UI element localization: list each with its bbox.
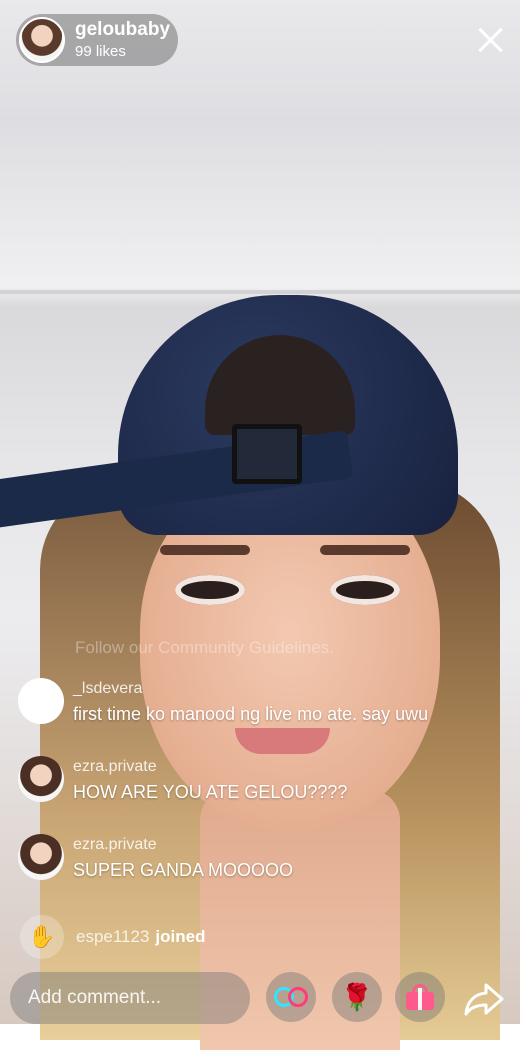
loop-icon <box>274 987 308 1007</box>
comment-item: ezra.private SUPER GANDA MOOOOO <box>18 834 293 881</box>
comment-username[interactable]: ezra.private <box>73 758 347 776</box>
close-icon[interactable] <box>474 24 506 56</box>
joined-username[interactable]: espe1123 <box>76 927 149 947</box>
wave-icon: ✋ <box>20 915 64 959</box>
mouth <box>235 728 330 754</box>
host-name: geloubaby <box>75 18 171 40</box>
comment-avatar[interactable] <box>18 756 64 802</box>
host-text: geloubaby 99 likes <box>75 18 171 60</box>
right-eye <box>330 575 400 605</box>
likes-count: 99 likes <box>75 42 126 60</box>
host-avatar[interactable] <box>19 17 65 63</box>
left-eyebrow <box>160 545 250 555</box>
comment-text: HOW ARE YOU ATE GELOU???? <box>73 782 348 802</box>
comment-avatar[interactable] <box>18 678 64 724</box>
rose-icon: 🌹 <box>340 981 374 1012</box>
cap-buckle <box>232 424 302 484</box>
comment-username[interactable]: ezra.private <box>73 836 293 854</box>
joined-label: joined <box>155 927 206 946</box>
host-info[interactable]: geloubaby 99 likes <box>16 14 178 66</box>
add-comment-input[interactable]: Add comment... <box>10 972 250 1024</box>
comment-username[interactable]: _lsdevera <box>73 680 428 698</box>
community-guideline-notice: Follow our Community Guidelines. <box>75 638 334 657</box>
gift-icon <box>406 984 434 1010</box>
left-eye <box>175 575 245 605</box>
gift-button[interactable] <box>395 972 445 1022</box>
comment-item: _lsdevera first time ko manood ng live m… <box>18 678 428 725</box>
loop-button[interactable] <box>266 972 316 1022</box>
comment-text: first time ko manood ng live mo ate. say… <box>73 704 429 724</box>
comment-avatar[interactable] <box>18 834 64 880</box>
comment-placeholder: Add comment... <box>28 987 162 1008</box>
ceiling-edge <box>0 290 520 294</box>
join-notification: ✋ espe1123 joined <box>20 915 205 959</box>
comment-text: SUPER GANDA MOOOOO <box>73 860 294 880</box>
share-icon[interactable] <box>464 982 504 1016</box>
right-eyebrow <box>320 545 410 555</box>
rose-gift-button[interactable]: 🌹 <box>332 972 382 1022</box>
comment-item: ezra.private HOW ARE YOU ATE GELOU???? <box>18 756 347 803</box>
